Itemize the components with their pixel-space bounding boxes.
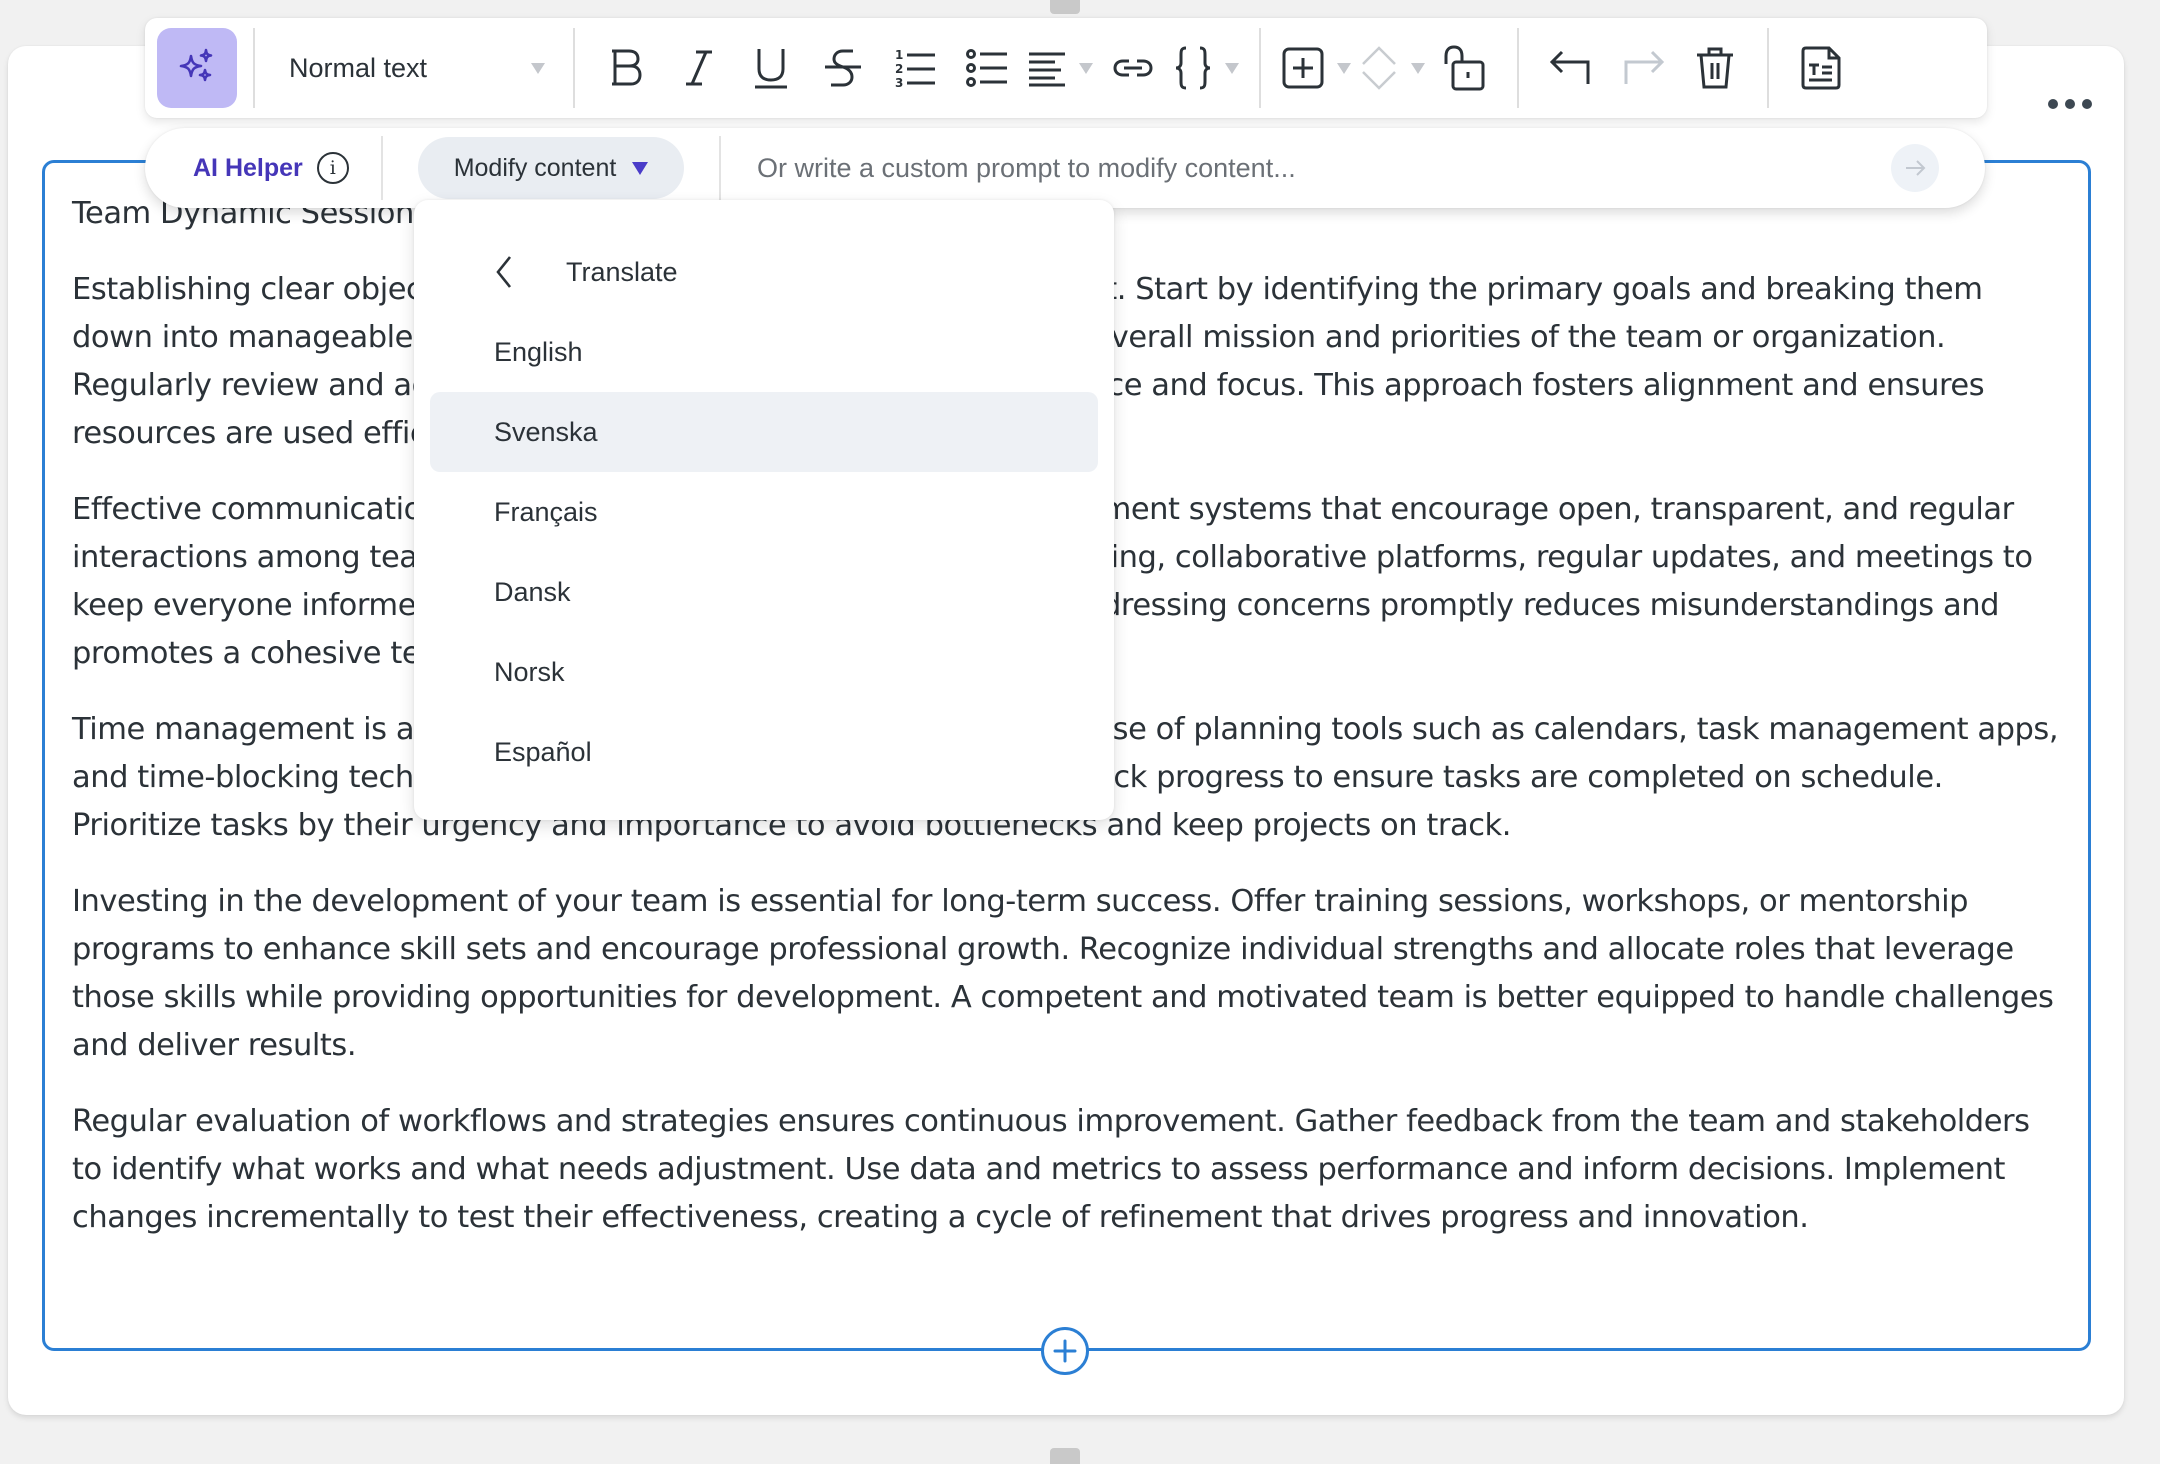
align-left-icon [1029, 52, 1065, 87]
custom-prompt-input[interactable] [721, 136, 1891, 200]
redo-icon [1624, 50, 1665, 84]
italic-button[interactable] [667, 36, 731, 100]
translate-header-label: Translate [566, 256, 678, 287]
strikethrough-button[interactable] [811, 36, 875, 100]
curly-braces-icon [1175, 46, 1211, 90]
plus-icon [1053, 1339, 1077, 1363]
undo-icon [1549, 50, 1590, 84]
language-option-svenska[interactable]: Svenska [430, 392, 1098, 472]
translate-back-button[interactable]: Translate [430, 232, 1098, 312]
language-option-espanol[interactable]: Español [430, 712, 1098, 792]
language-option-english[interactable]: English [430, 312, 1098, 392]
language-option-norsk[interactable]: Norsk [430, 632, 1098, 712]
svg-text:1: 1 [895, 48, 903, 62]
code-dropdown-button[interactable] [1173, 36, 1239, 100]
formatting-toolbar: Normal text 1 2 3 [145, 18, 1987, 118]
underline-button[interactable] [739, 36, 803, 100]
text-document-icon [1801, 46, 1841, 90]
toolbar-divider [1767, 28, 1769, 108]
trash-icon [1697, 47, 1733, 89]
redo-button[interactable] [1611, 36, 1675, 100]
dot [2048, 99, 2058, 109]
bullet-list-button[interactable] [955, 36, 1019, 100]
ai-helper-label-group: AI Helper i [145, 152, 381, 184]
link-icon [1113, 59, 1153, 77]
dot [2065, 99, 2075, 109]
caret-down-icon [632, 161, 649, 175]
toolbar-divider [253, 28, 255, 108]
chevron-up-down-icon [1362, 46, 1396, 90]
paragraph: Regular evaluation of workflows and stra… [72, 1104, 2030, 1235]
translate-dropdown-menu: Translate English Svenska Français Dansk… [414, 200, 1114, 820]
toolbar-divider [1259, 28, 1261, 108]
move-block-dropdown-button[interactable] [1359, 36, 1425, 100]
ai-toggle-button[interactable] [157, 28, 237, 108]
modify-content-label: Modify content [453, 153, 617, 182]
ai-helper-label: AI Helper [193, 153, 303, 182]
insert-dropdown-button[interactable] [1281, 36, 1351, 100]
strikethrough-icon [825, 49, 861, 87]
sparkles-icon [179, 48, 213, 82]
numbered-list-icon: 1 2 3 [895, 48, 935, 90]
chevron-down-icon [1337, 62, 1351, 74]
chevron-left-icon [496, 256, 512, 288]
more-options-button[interactable] [2044, 92, 2096, 116]
chevron-down-icon [1411, 62, 1425, 74]
align-dropdown-button[interactable] [1027, 36, 1093, 100]
toolbar-divider [1517, 28, 1519, 108]
dot [2082, 99, 2092, 109]
lock-button[interactable] [1433, 36, 1497, 100]
text-style-value: Normal text [289, 52, 428, 83]
chevron-down-icon [1225, 62, 1239, 74]
chevron-down-icon [1079, 62, 1093, 74]
language-option-dansk[interactable]: Dansk [430, 552, 1098, 632]
bullet-list-icon [966, 49, 1007, 87]
modify-content-button[interactable]: Modify content [418, 137, 684, 199]
link-button[interactable] [1101, 36, 1165, 100]
language-option-francais[interactable]: Français [430, 472, 1098, 552]
italic-icon [686, 50, 712, 86]
text-style-select[interactable]: Normal text [271, 38, 557, 98]
drag-handle-top[interactable] [1050, 0, 1080, 14]
drag-handle-bottom[interactable] [1050, 1448, 1080, 1464]
svg-text:2: 2 [895, 62, 903, 76]
svg-text:3: 3 [895, 76, 903, 90]
paragraph: Investing in the development of your tea… [72, 884, 2054, 1063]
ai-helper-bar: AI Helper i Modify content [145, 128, 1985, 208]
info-icon[interactable]: i [316, 152, 349, 184]
arrow-right-icon [1906, 160, 1926, 176]
chevron-down-icon [531, 62, 545, 74]
plus-square-icon [1282, 47, 1324, 89]
send-prompt-button[interactable] [1891, 144, 1939, 192]
text-document-button[interactable] [1789, 36, 1853, 100]
delete-button[interactable] [1683, 36, 1747, 100]
bold-icon [612, 49, 642, 86]
toolbar-divider [573, 28, 575, 108]
underline-icon [755, 49, 787, 89]
bold-button[interactable] [595, 36, 659, 100]
unlock-icon [1444, 45, 1485, 91]
undo-button[interactable] [1539, 36, 1603, 100]
add-block-button[interactable] [1041, 1327, 1089, 1375]
modify-content-wrapper: Modify content [383, 137, 719, 199]
numbered-list-button[interactable]: 1 2 3 [883, 36, 947, 100]
